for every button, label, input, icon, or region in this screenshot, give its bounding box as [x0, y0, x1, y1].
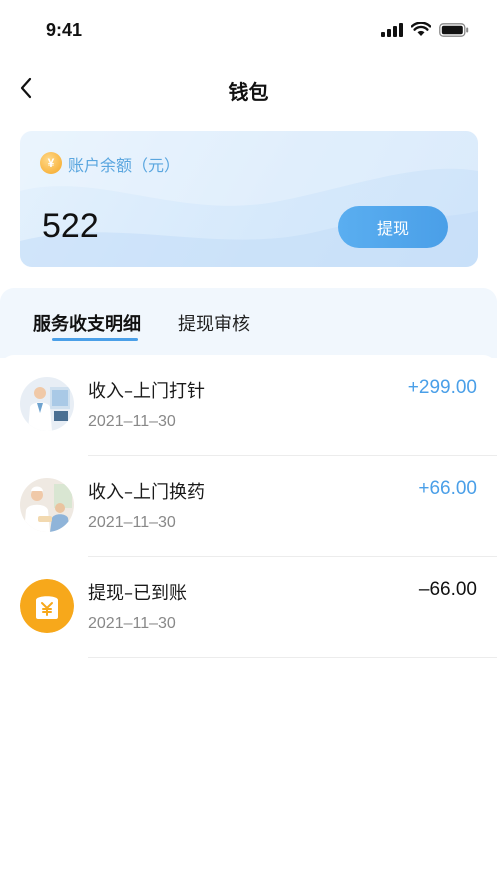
item-date: 2021–11–30	[88, 514, 176, 531]
withdraw-button[interactable]: 提现	[338, 206, 448, 248]
wallet-card: ¥ 账户余额（元） 522 提现	[20, 131, 478, 267]
doctor-avatar	[20, 377, 74, 431]
page-title: 钱包	[228, 80, 269, 104]
tab-bar: 服务收支明细 提现审核	[0, 288, 497, 358]
balance-label: 账户余额（元）	[68, 156, 181, 175]
item-amount: +299.00	[407, 377, 477, 398]
item-title: 提现–已到账	[88, 583, 187, 604]
item-date: 2021–11–30	[88, 615, 176, 632]
item-amount: –66.00	[418, 579, 477, 600]
transaction-list: 收入–上门打针 2021–11–30 +299.00 收入–上门换药 2021–…	[0, 355, 497, 883]
signal-icon	[381, 22, 403, 37]
nav-bar: 钱包	[0, 62, 497, 114]
status-bar: 9:41	[0, 0, 497, 62]
tab-withdraw-review[interactable]: 提现审核	[178, 310, 250, 336]
wallet-withdraw-icon	[20, 579, 74, 633]
item-amount: +66.00	[418, 478, 477, 499]
list-item[interactable]: 提现–已到账 2021–11–30 –66.00	[0, 557, 497, 658]
active-tab-indicator	[52, 338, 138, 341]
tab-service-details[interactable]: 服务收支明细	[33, 310, 141, 336]
item-date: 2021–11–30	[88, 413, 176, 430]
battery-icon	[439, 22, 469, 37]
nurse-avatar	[20, 478, 74, 532]
coin-icon: ¥	[40, 152, 62, 174]
list-item[interactable]: 收入–上门打针 2021–11–30 +299.00	[0, 355, 497, 456]
withdraw-avatar	[20, 579, 74, 633]
list-item[interactable]: 收入–上门换药 2021–11–30 +66.00	[0, 456, 497, 557]
item-title: 收入–上门换药	[88, 482, 205, 503]
wifi-icon	[411, 22, 431, 36]
coin-symbol: ¥	[47, 156, 55, 170]
status-time: 9:41	[46, 20, 83, 40]
status-icons	[381, 22, 469, 37]
item-title: 收入–上门打针	[88, 381, 205, 402]
balance-value: 522	[42, 207, 99, 245]
divider	[88, 657, 497, 658]
